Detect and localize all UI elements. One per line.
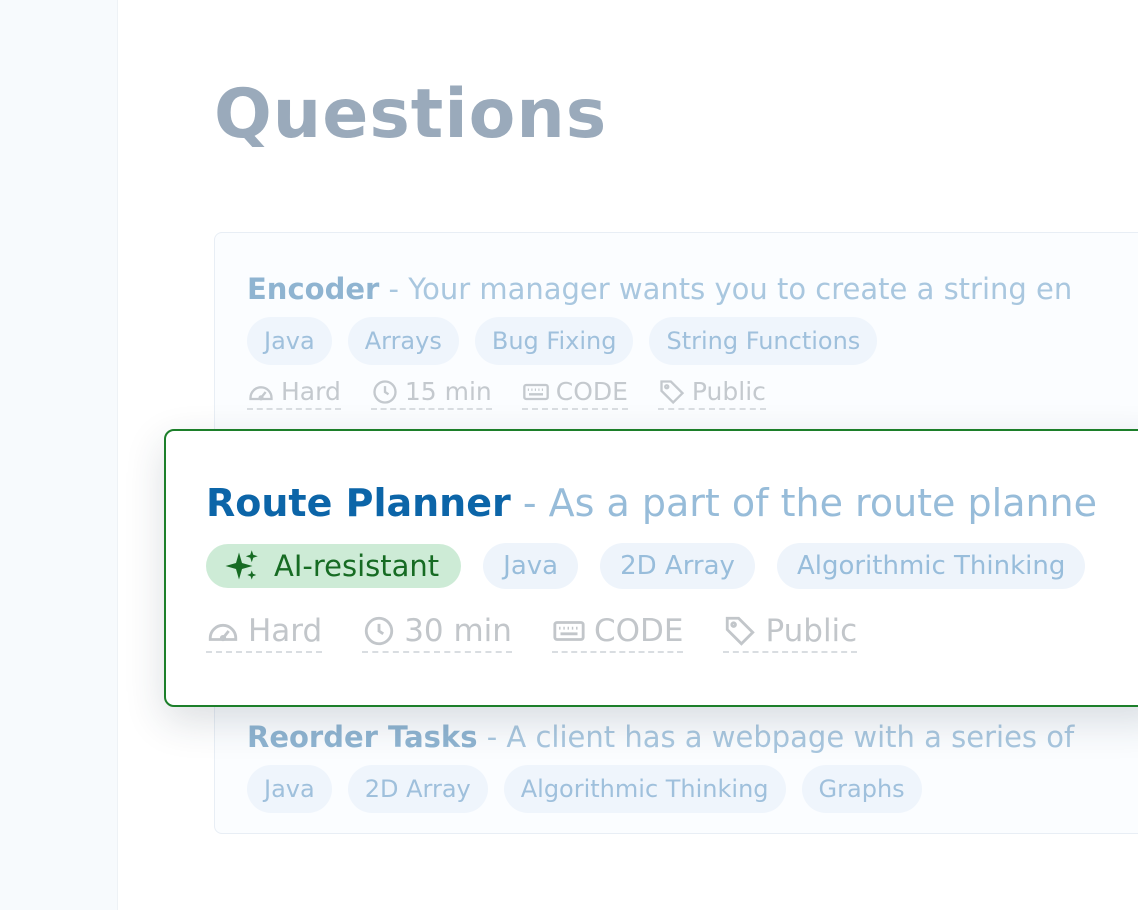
gauge-icon [249, 385, 273, 400]
type-label: CODE [555, 377, 628, 406]
question-meta: Hard 30 min CODE Public [206, 613, 1097, 653]
difficulty-label: Hard [281, 377, 341, 406]
clock-icon [373, 379, 397, 404]
title-separator: - [486, 720, 498, 754]
tag-2d-array: 2D Array [600, 543, 755, 589]
tag-icon [660, 379, 685, 404]
question-title[interactable]: Route Planner - As a part of the route p… [206, 479, 1097, 527]
sparkles-icon [225, 550, 258, 580]
tag-icon [726, 616, 756, 646]
duration-indicator: 15 min [370, 377, 492, 410]
type-label: CODE [593, 613, 684, 649]
tag-java: Java [247, 765, 332, 813]
question-card-route-planner[interactable]: Route Planner - As a part of the route p… [164, 429, 1138, 707]
question-description: As a part of the route planne [548, 481, 1098, 525]
ai-resistant-badge: AI-resistant [206, 544, 462, 588]
difficulty-label: Hard [248, 613, 323, 649]
tag-java: Java [247, 317, 332, 365]
question-meta: Hard 15 min CODE Public [247, 377, 1072, 410]
tag-list: AI-resistant Java 2D Array Algorithmic T… [206, 543, 1097, 589]
title-separator: - [388, 272, 399, 306]
question-title[interactable]: Encoder - Your manager wants you to crea… [247, 269, 1072, 309]
duration-label: 15 min [404, 377, 492, 406]
tag-algorithmic-thinking: Algorithmic Thinking [503, 765, 786, 813]
tag-list: Java Arrays Bug Fixing String Functions [247, 317, 1072, 365]
duration-label: 30 min [404, 613, 512, 649]
question-name[interactable]: Route Planner [206, 481, 511, 525]
tag-java: Java [483, 543, 579, 589]
sidebar [0, 0, 118, 910]
tag-list: Java 2D Array Algorithmic Thinking Graph… [247, 765, 1074, 813]
title-separator: - [522, 481, 537, 525]
gauge-icon [208, 623, 238, 642]
difficulty-indicator: Hard [206, 613, 323, 653]
tag-arrays: Arrays [347, 317, 459, 365]
question-description: A client has a webpage with a series of [506, 720, 1075, 754]
visibility-indicator: Public [723, 613, 858, 653]
clock-icon [365, 616, 394, 646]
visibility-label: Public [765, 613, 858, 649]
ai-badge-label: AI-resistant [274, 549, 440, 583]
tag-graphs: Graphs [801, 765, 922, 813]
question-title[interactable]: Reorder Tasks - A client has a webpage w… [247, 717, 1074, 757]
difficulty-indicator: Hard [247, 377, 341, 410]
tag-2d-array: 2D Array [347, 765, 488, 813]
question-name[interactable]: Encoder [247, 272, 379, 306]
visibility-label: Public [691, 377, 766, 406]
tag-algorithmic-thinking: Algorithmic Thinking [776, 543, 1086, 589]
keyboard-icon [522, 383, 549, 400]
keyboard-icon [553, 621, 585, 641]
visibility-indicator: Public [657, 377, 766, 410]
question-item-reorder-tasks[interactable]: Reorder Tasks - A client has a webpage w… [247, 717, 1074, 813]
page-title: Questions [214, 75, 608, 154]
tag-bug-fixing: Bug Fixing [474, 317, 634, 365]
tag-string-functions: String Functions [649, 317, 878, 365]
duration-indicator: 30 min [362, 613, 512, 653]
question-item-encoder[interactable]: Encoder - Your manager wants you to crea… [247, 269, 1072, 410]
type-indicator: CODE [521, 377, 628, 410]
question-description: Your manager wants you to create a strin… [408, 272, 1073, 306]
question-name[interactable]: Reorder Tasks [247, 720, 477, 754]
type-indicator: CODE [551, 613, 684, 653]
